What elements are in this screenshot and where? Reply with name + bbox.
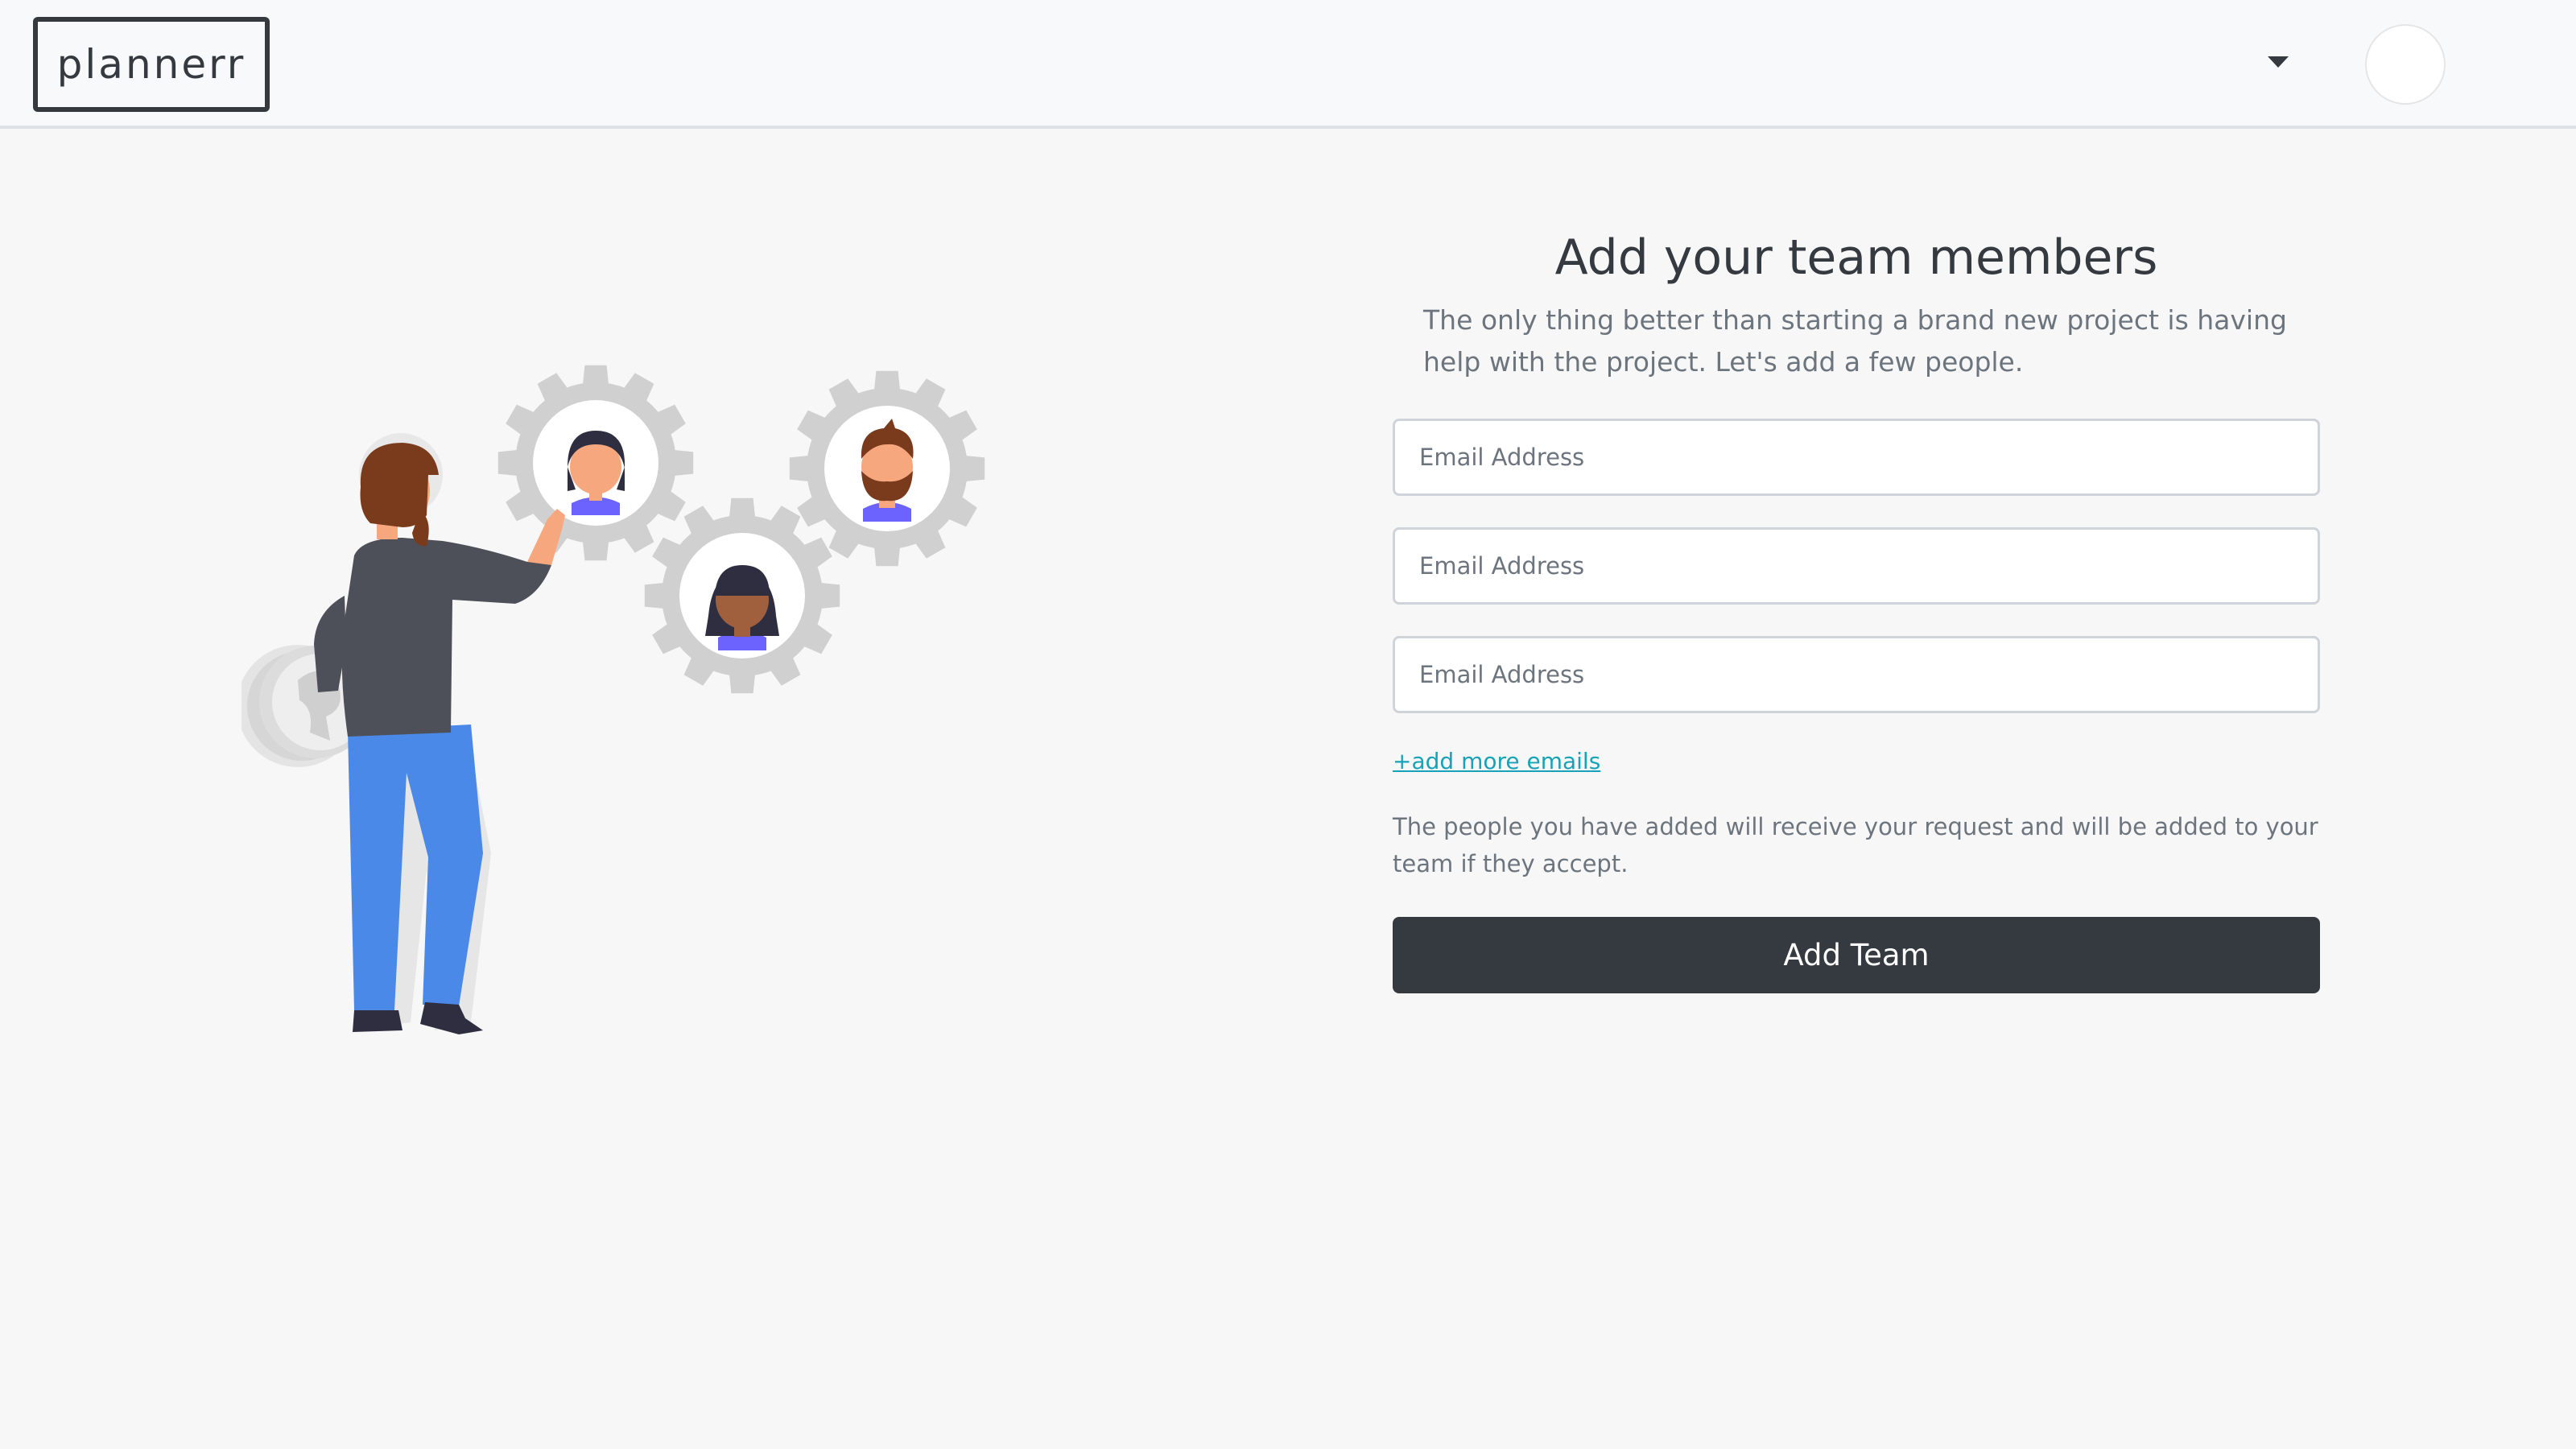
add-more-emails-link[interactable]: +add more emails — [1393, 745, 1600, 778]
man-bearded-avatar-icon — [861, 419, 914, 522]
email-field-1[interactable] — [1393, 419, 2320, 496]
user-avatar[interactable] — [2365, 24, 2446, 105]
top-navbar: plannerr — [0, 0, 2576, 129]
email-field-3[interactable] — [1393, 636, 2320, 713]
add-team-button[interactable]: Add Team — [1393, 917, 2320, 993]
page-title: Add your team members — [1554, 229, 2158, 286]
email-field-2[interactable] — [1393, 527, 2320, 605]
brand-logo[interactable]: plannerr — [33, 17, 270, 112]
team-gears-illustration — [237, 354, 1014, 1063]
page-subtitle: The only thing better than starting a br… — [1423, 304, 2287, 378]
caret-down-icon[interactable] — [2262, 50, 2294, 74]
person-figure — [314, 443, 565, 1034]
woman-avatar-icon — [568, 431, 625, 515]
invite-note: The people you have added will receive y… — [1393, 813, 2318, 877]
